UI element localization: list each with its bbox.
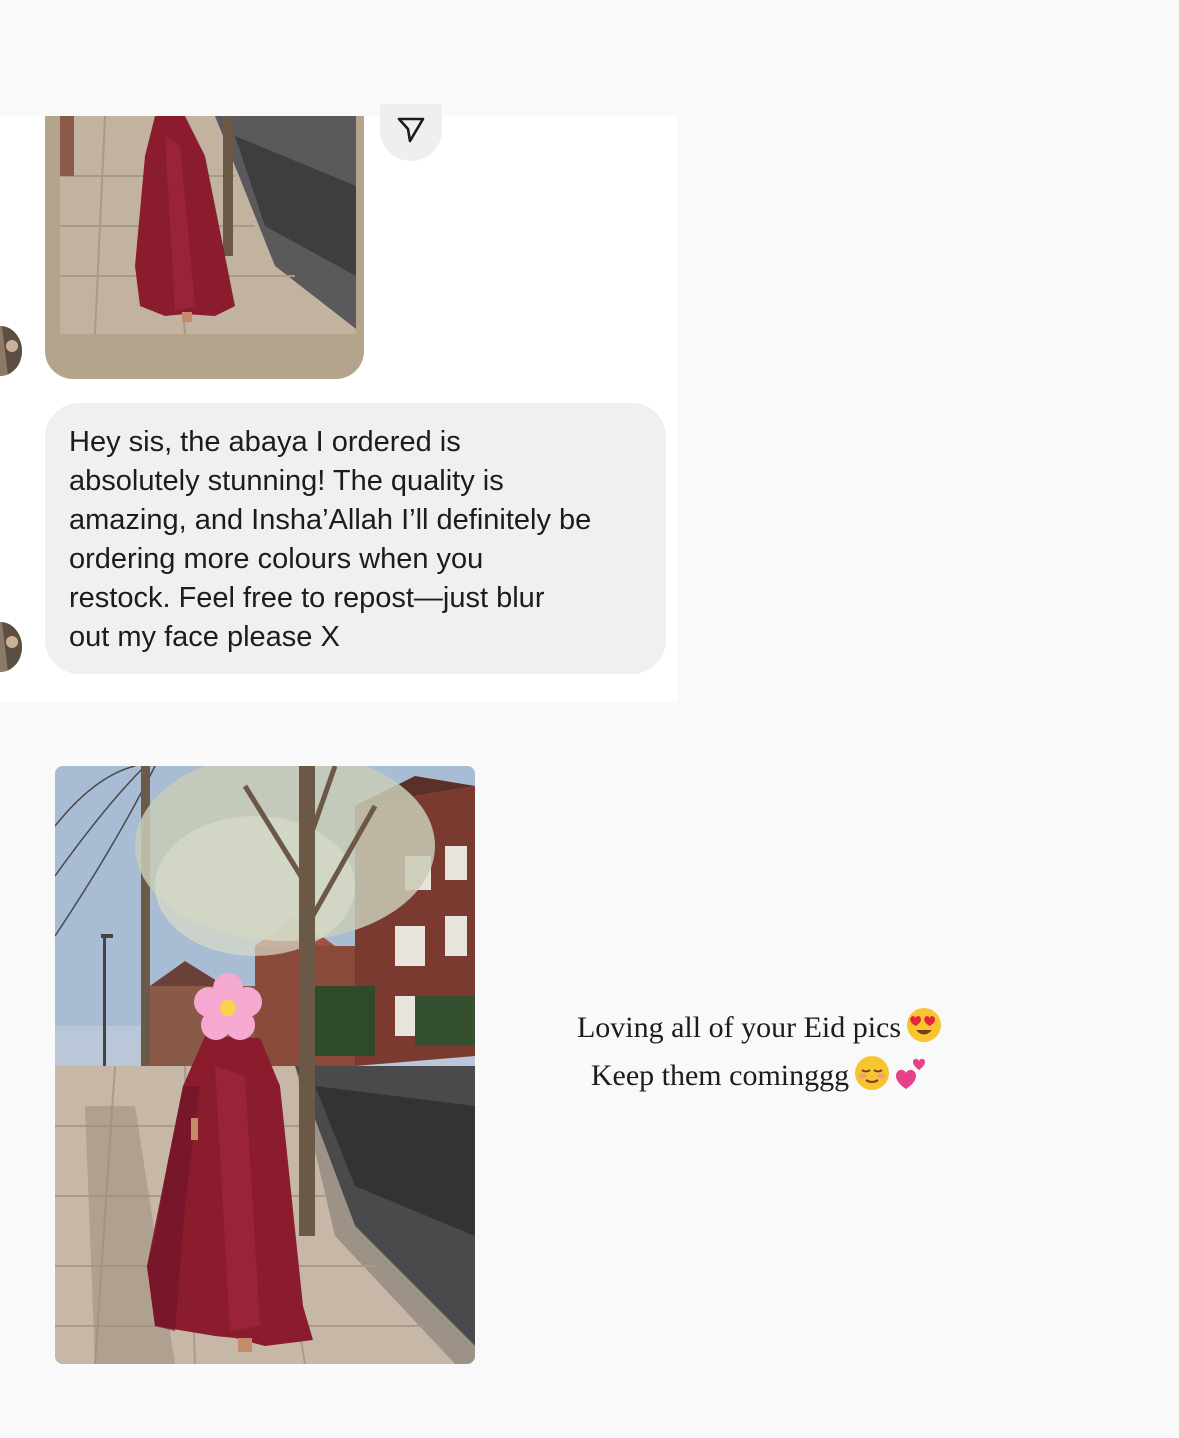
- paper-plane-icon: [396, 116, 426, 149]
- caption-line-1: Loving all of your Eid pics: [500, 1006, 1020, 1054]
- eid-photo: [55, 766, 475, 1364]
- message-text: Hey sis, the abaya I ordered is absolute…: [69, 426, 592, 653]
- shared-photo-image: [60, 116, 356, 335]
- caption-line-1-text: Loving all of your Eid pics: [576, 1010, 902, 1044]
- message-bubble[interactable]: Hey sis, the abaya I ordered is absolute…: [45, 403, 666, 674]
- caption-line-2-text: Keep them cominggg: [590, 1058, 850, 1092]
- caption-line-2: Keep them cominggg: [500, 1054, 1020, 1102]
- eid-photo-image: [55, 766, 475, 1364]
- two-hearts-icon: [891, 1054, 929, 1102]
- caption: Loving all of your Eid pics Keep them co…: [500, 1006, 1020, 1102]
- relieved-face-icon: [853, 1054, 891, 1102]
- heart-eyes-icon: [905, 1006, 943, 1054]
- top-band: [0, 0, 1179, 116]
- shared-photo-message[interactable]: [45, 116, 364, 379]
